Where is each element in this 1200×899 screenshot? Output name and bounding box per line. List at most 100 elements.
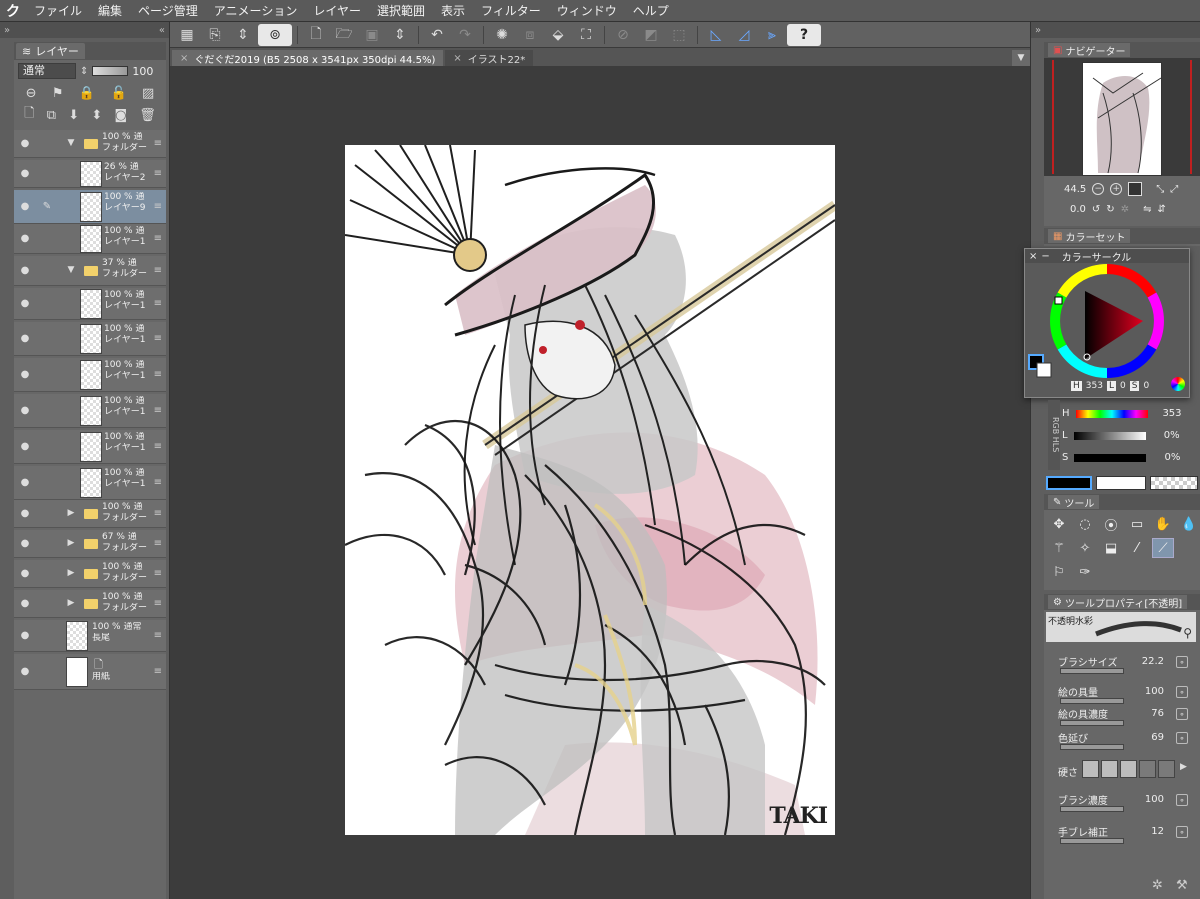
layer-row[interactable]: ● 100 % 通レイヤー1 ≡ [14,394,166,428]
layer-row[interactable]: ● 100 % 通レイヤー1 ≡ [14,224,166,254]
hardness-step[interactable] [1120,760,1137,778]
mask-icon[interactable]: ▨ [142,86,154,101]
transparent-color-chip[interactable] [1150,476,1198,490]
layer-row[interactable]: ● ▶ 100 % 通フォルダー ≡ [14,560,166,588]
visibility-icon[interactable]: ● [14,168,36,179]
pressure-icon[interactable]: ⚬ [1176,686,1188,698]
layer-menu-icon[interactable]: ≡ [154,598,162,609]
collapse-right-icon[interactable]: « [159,25,165,36]
visibility-icon[interactable]: ● [14,201,36,212]
color-mode-icon[interactable] [1171,377,1185,391]
layer-row[interactable]: ● 100 % 通レイヤー1 ≡ [14,288,166,320]
visibility-icon[interactable]: ● [14,265,36,276]
figure-icon[interactable]: ⚐ [1048,562,1070,582]
tab-menu-icon[interactable]: ▼ [1012,50,1030,66]
folder-expand-icon[interactable]: ▶ [66,598,76,608]
visibility-icon[interactable]: ● [14,598,36,609]
redo-icon[interactable]: ↷ [452,24,478,46]
visibility-icon[interactable]: ● [14,441,36,452]
layer-menu-icon[interactable]: ≡ [154,508,162,519]
hardness-step[interactable] [1101,760,1118,778]
lock-alpha-icon[interactable]: 🔓 [110,86,126,101]
reference-icon[interactable]: ⚑ [52,86,64,101]
visibility-icon[interactable]: ● [14,138,36,149]
loading-icon[interactable]: ✺ [489,24,515,46]
menu-file[interactable]: ファイル [26,0,90,22]
doc-tab-2[interactable]: × イラスト22* [445,50,534,66]
flip-v-icon[interactable]: ⇵ [1157,204,1165,215]
menu-animation[interactable]: アニメーション [206,0,306,22]
tool-prop-slider[interactable] [1060,668,1124,674]
folder-expand-icon[interactable]: ▶ [66,538,76,548]
folder-expand-icon[interactable]: ▶ [66,568,76,578]
tool-settings-icon[interactable]: ⚒ [1176,878,1188,893]
rotate-right-icon[interactable]: ↻ [1106,204,1114,215]
tool-property-tab[interactable]: ⚙ ツールプロパティ[不透明] [1048,595,1188,610]
layer-row[interactable]: ● 100 % 通レイヤー1 ≡ [14,430,166,464]
trash-icon[interactable]: 🗑 [139,108,156,123]
hue-ring[interactable] [1025,263,1191,383]
new-file-icon[interactable]: 🗋 [303,24,329,46]
menu-edit[interactable]: 編集 [90,0,130,22]
snap-ruler-icon[interactable]: ◿ [731,24,757,46]
reset-rotation-icon[interactable]: ✲ [1121,204,1129,215]
collapse-left-icon[interactable]: » [4,25,10,36]
layer-menu-icon[interactable]: ≡ [154,265,162,276]
visibility-icon[interactable]: ● [14,298,36,309]
visibility-icon[interactable]: ● [14,233,36,244]
layer-row[interactable]: ● 100 % 通常 長尾 ≡ [14,620,166,652]
visibility-icon[interactable]: ● [14,508,36,519]
collapse-icon[interactable]: » [1035,25,1041,36]
select-all-icon[interactable]: ⬚ [666,24,692,46]
visibility-icon[interactable]: ● [14,666,36,677]
tool-prop-slider[interactable] [1060,720,1124,726]
layer-menu-icon[interactable]: ≡ [154,369,162,380]
open-folder-icon[interactable]: 🗁 [331,24,357,46]
layer-row[interactable]: ● ✎ 100 % 通レイヤー9 ≡ [14,190,166,224]
menu-help[interactable]: ヘルプ [625,0,677,22]
fill-tool-icon[interactable]: ⬓ [1100,538,1122,558]
clear-selection-icon[interactable]: ⊘ [610,24,636,46]
layer-menu-icon[interactable]: ≡ [154,568,162,579]
navigator-tab[interactable]: ▣ ナビゲーター [1048,43,1131,58]
pressure-icon[interactable]: ⚬ [1176,708,1188,720]
stabilization-icon[interactable]: ✲ [1152,878,1163,893]
hardness-step[interactable] [1158,760,1175,778]
blend-icon[interactable]: 💧 [1178,514,1200,534]
colorset-tab[interactable]: ▦ カラーセット [1048,229,1131,244]
merge-visible-icon[interactable]: ⬍ [91,108,102,123]
rotate-left-icon[interactable]: ↺ [1092,204,1100,215]
snap-grid-icon[interactable]: ⫸ [759,24,785,46]
menu-view[interactable]: 表示 [433,0,473,22]
up-down-icon[interactable]: ⇕ [387,24,413,46]
fit-width-icon[interactable]: ⤢ [1170,184,1178,195]
layer-row[interactable]: ● ▶ 100 % 通フォルダー ≡ [14,500,166,528]
move-icon[interactable]: ✥ [1048,514,1070,534]
menu-filter[interactable]: フィルター [473,0,549,22]
layer-tab[interactable]: ≋ レイヤー [16,43,85,59]
layer-menu-icon[interactable]: ≡ [154,405,162,416]
new-layer-icon[interactable]: 🗋 [24,104,34,126]
close-icon[interactable]: × [1029,251,1037,262]
visibility-icon[interactable]: ● [14,630,36,641]
layer-menu-icon[interactable]: ≡ [154,138,162,149]
lightness-slider[interactable] [1073,431,1146,440]
layer-row[interactable]: ● ▼ 37 % 通フォルダー ≡ [14,256,166,286]
chevron-right-icon[interactable]: ▶ [1180,762,1187,772]
layer-menu-icon[interactable]: ≡ [154,201,162,212]
spiral-icon[interactable]: ⊚ [258,23,292,46]
menu-window[interactable]: ウィンドウ [549,0,625,22]
layer-menu-icon[interactable]: ≡ [154,477,162,488]
clip-icon[interactable]: ⊖ [26,86,37,101]
layer-row[interactable]: ● 100 % 通レイヤー1 ≡ [14,322,166,356]
new-vector-icon[interactable]: ⧉ [47,108,56,123]
save-icon[interactable]: ▣ [359,24,385,46]
tool-tab[interactable]: ✎ ツール [1048,495,1100,510]
visibility-icon[interactable]: ● [14,405,36,416]
canvas-paper[interactable]: TAKI [345,145,835,835]
tool-prop-slider[interactable] [1060,698,1124,704]
tool-prop-slider[interactable] [1060,744,1124,750]
zoom-out-icon[interactable]: − [1092,183,1105,195]
layer-row[interactable]: ● 26 % 通レイヤー2 ≡ [14,160,166,188]
navigator-preview[interactable] [1082,62,1162,176]
